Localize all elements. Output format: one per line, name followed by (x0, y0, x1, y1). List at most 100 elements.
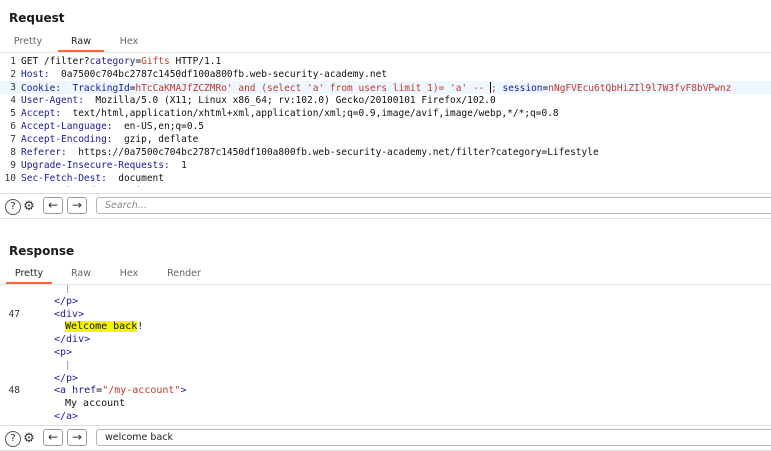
back-button[interactable]: ← (43, 197, 63, 214)
request-tab-pretty[interactable]: Pretty (6, 34, 50, 52)
text-segment: en-US,en;q=0.5 (118, 121, 205, 132)
request-search-bar: ? ⚙ ← → Search... (0, 193, 771, 219)
request-line: Upgrade-Insecure-Requests: 1 (21, 160, 187, 171)
text-content: | (65, 285, 71, 294)
header-name: Accept-Language: (21, 121, 119, 132)
header-name: Accept: (21, 108, 67, 119)
text-segment: document (112, 173, 164, 184)
text-segment: https://0a7500c704bc2787c1450df100a800fb… (72, 147, 599, 158)
text-segment: navigate (113, 186, 164, 187)
response-tabs: Pretty Raw Hex Render (0, 266, 771, 286)
text-segment: gzip, deflate (118, 134, 199, 145)
response-tab-raw[interactable]: Raw (60, 266, 102, 284)
param-value: nNgFVEcu6tQbHiZIl9l7W3fvF8bVPwnz (548, 83, 732, 94)
request-editor[interactable]: 1 GET /filter?category=Gifts HTTP/1.1 2 Hos… (0, 55, 771, 187)
response-line: | (65, 360, 70, 371)
request-tabs: Pretty Raw Hex (0, 34, 771, 54)
text-segment: 0a7500c704bc2787c1450df100a800fb.web-sec… (55, 69, 388, 80)
text-content: | (65, 360, 71, 371)
search-match-highlight: Welcome back (65, 321, 138, 333)
gear-icon[interactable]: ⚙ (21, 431, 37, 447)
request-line: Sec-Fetch-Mode: navigate (21, 186, 164, 187)
html-tag: > (180, 385, 187, 397)
line-number: 2 (10, 69, 16, 80)
response-editor[interactable]: | </p> 47 <div> Welcome back! </div> <p> | </p> 4… (0, 285, 771, 422)
text-segment: HTTP/1.1 (169, 56, 222, 67)
response-line: </a> (54, 411, 78, 422)
text-segment: Mozilla/5.0 (X11; Linux x86_64; rv:102.0… (89, 95, 496, 106)
response-line: <div> (54, 309, 84, 320)
header-name: Sec-Fetch-Mode: (21, 186, 113, 187)
response-line: | (65, 285, 70, 294)
line-number: 47 (8, 308, 20, 320)
request-line: Host: 0a7500c704bc2787c1450df100a800fb.w… (21, 69, 387, 80)
text-segment: text/html,application/xhtml+xml,applicat… (66, 108, 559, 119)
forward-button[interactable]: → (67, 429, 87, 446)
header-name: Cookie: (21, 83, 67, 94)
response-tab-hex[interactable]: Hex (110, 266, 148, 284)
header-name: Accept-Encoding: (21, 134, 119, 145)
arrow-right-icon: → (71, 198, 83, 212)
html-tag: </p> (54, 295, 79, 307)
text-segment: 1 (175, 160, 187, 171)
line-number: 6 (10, 121, 16, 132)
response-line: </p> (54, 373, 78, 384)
line-number: 4 (10, 95, 16, 106)
request-line: GET /filter?category=Gifts HTTP/1.1 (21, 56, 221, 67)
header-name: session (496, 83, 543, 94)
line-number: 7 (10, 134, 16, 145)
text-content: ! (137, 321, 144, 333)
forward-button[interactable]: → (67, 197, 87, 214)
html-tag: <a (54, 385, 73, 397)
response-line: </div> (54, 334, 90, 345)
request-tab-raw[interactable]: Raw (58, 34, 104, 52)
arrow-left-icon: ← (47, 198, 59, 212)
request-line: Accept-Language: en-US,en;q=0.5 (21, 121, 204, 132)
header-name: Upgrade-Insecure-Requests: (21, 160, 176, 171)
response-search-input[interactable]: welcome back (96, 429, 771, 446)
line-number: 1 (10, 56, 16, 67)
request-search-input[interactable]: Search... (96, 197, 771, 214)
arrow-left-icon: ← (47, 430, 59, 444)
html-tag: <div> (54, 308, 85, 320)
response-tab-pretty[interactable]: Pretty (6, 266, 52, 284)
request-title: Request (9, 11, 65, 25)
request-line: Referer: https://0a7500c704bc2787c1450df… (21, 147, 599, 158)
gear-icon[interactable]: ⚙ (21, 199, 37, 215)
line-number: 11 (0, 186, 16, 187)
arrow-right-icon: → (71, 430, 83, 444)
line-number: 5 (10, 108, 16, 119)
header-name: Host: (21, 69, 56, 80)
text-segment: GET /filter? (21, 56, 90, 67)
header-name: category (89, 56, 136, 67)
help-icon[interactable]: ? (5, 431, 21, 447)
response-line: <p> (54, 347, 72, 358)
html-tag: </p> (54, 372, 79, 384)
param-value: Gifts (141, 56, 170, 67)
response-search-bar: ? ⚙ ← → welcome back (0, 425, 771, 451)
response-tab-render[interactable]: Render (160, 266, 208, 284)
html-tag: </div> (54, 334, 91, 346)
request-line: User-Agent: Mozilla/5.0 (X11; Linux x86_… (21, 95, 496, 106)
line-number: 3 (10, 82, 16, 93)
line-number: 8 (10, 147, 16, 158)
response-line: My account (65, 398, 125, 409)
back-button[interactable]: ← (43, 429, 63, 446)
request-line: Sec-Fetch-Dest: document (21, 173, 164, 184)
line-number: 10 (4, 173, 16, 184)
response-line: Welcome back! (65, 321, 144, 333)
header-name: Sec-Fetch-Dest: (21, 173, 113, 184)
line-number: 9 (10, 160, 16, 171)
line-number: 48 (8, 385, 20, 397)
text-content: My account (65, 398, 126, 410)
help-icon[interactable]: ? (5, 199, 21, 215)
response-line: </p> (54, 296, 78, 307)
header-name: User-Agent: (21, 95, 90, 106)
html-tag: </a> (54, 411, 79, 422)
request-tab-hex[interactable]: Hex (110, 34, 148, 52)
request-line: Accept-Encoding: gzip, deflate (21, 134, 198, 145)
attribute-value: "/my-account" (102, 385, 181, 397)
request-line: Accept: text/html,application/xhtml+xml,… (21, 108, 559, 119)
header-name: Referer: (21, 147, 73, 158)
html-tag: <p> (54, 347, 73, 358)
